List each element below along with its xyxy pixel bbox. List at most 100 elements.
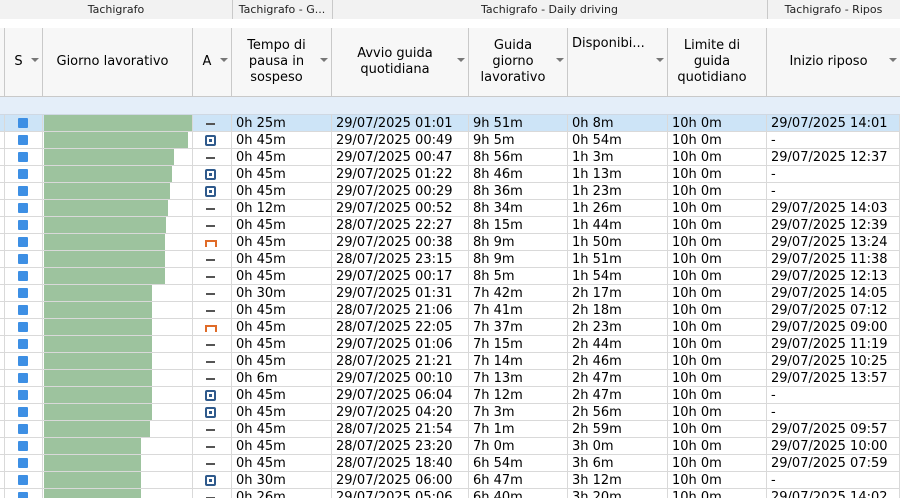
cell-avvio: 29/07/2025 04:20 bbox=[332, 404, 469, 421]
cell-limite: 10h 0m bbox=[668, 472, 767, 489]
cell-guida: 8h 36m bbox=[469, 183, 568, 200]
table-row[interactable]: 0h 45m 29/07/2025 00:38 8h 9m 1h 50m 10h 0m 2… bbox=[0, 234, 900, 251]
cell-disp: 2h 23m bbox=[568, 319, 668, 336]
cell-avvio: 28/07/2025 21:06 bbox=[332, 302, 469, 319]
table-row[interactable]: 0h 45m 29/07/2025 01:06 7h 15m 2h 44m 10h 0m… bbox=[0, 336, 900, 353]
column-header-tempo-pausa[interactable]: Tempo di pausa in sospeso bbox=[232, 28, 332, 96]
cell-limite: 10h 0m bbox=[668, 268, 767, 285]
cell-inizio: 29/07/2025 12:37 bbox=[767, 149, 900, 166]
cell-disp: 3h 12m bbox=[568, 472, 668, 489]
cell-guida: 8h 5m bbox=[469, 268, 568, 285]
row-cell-3 bbox=[193, 302, 232, 319]
table-row[interactable]: 0h 45m 29/07/2025 06:04 7h 12m 2h 47m 10h 0m… bbox=[0, 387, 900, 404]
cell-limite: 10h 0m bbox=[668, 370, 767, 387]
cell-pausa: 0h 45m bbox=[232, 217, 332, 234]
cell-disp: 0h 8m bbox=[568, 115, 668, 132]
row-cell-2 bbox=[43, 370, 193, 387]
cell-disp: 1h 23m bbox=[568, 183, 668, 200]
table-row[interactable]: 0h 45m 28/07/2025 21:54 7h 1m 2h 59m 10h 0m 2… bbox=[0, 421, 900, 438]
table-row[interactable]: 0h 45m 29/07/2025 00:47 8h 56m 1h 3m 10h 0m 2… bbox=[0, 149, 900, 166]
table-row[interactable]: 0h 45m 29/07/2025 00:49 9h 5m 0h 54m 10h 0m - bbox=[0, 132, 900, 149]
cell-guida: 9h 5m bbox=[469, 132, 568, 149]
cell-pausa: 0h 25m bbox=[232, 115, 332, 132]
chevron-down-icon[interactable] bbox=[457, 58, 465, 62]
cell-guida: 8h 56m bbox=[469, 149, 568, 166]
table-row[interactable]: 0h 45m 28/07/2025 21:06 7h 41m 2h 18m 10h 0m… bbox=[0, 302, 900, 319]
table-row[interactable]: 0h 45m 28/07/2025 23:15 8h 9m 1h 51m 10h 0m 2… bbox=[0, 251, 900, 268]
cell-guida: 7h 37m bbox=[469, 319, 568, 336]
row-cell-3 bbox=[193, 183, 232, 200]
cell-disp: 2h 56m bbox=[568, 404, 668, 421]
table-row[interactable]: 0h 30m 29/07/2025 01:31 7h 42m 2h 17m 10h 0m… bbox=[0, 285, 900, 302]
chevron-down-icon[interactable] bbox=[220, 58, 228, 62]
row-cell-3 bbox=[193, 115, 232, 132]
cell-inizio: 29/07/2025 11:19 bbox=[767, 336, 900, 353]
table-row[interactable]: 0h 45m 28/07/2025 23:20 7h 0m 3h 0m 10h 0m 29… bbox=[0, 438, 900, 455]
cell-avvio: 29/07/2025 05:06 bbox=[332, 489, 469, 498]
row-cell-3 bbox=[193, 387, 232, 404]
cell-avvio: 28/07/2025 23:20 bbox=[332, 438, 469, 455]
cell-inizio: - bbox=[767, 183, 900, 200]
table-row[interactable]: 0h 45m 28/07/2025 18:40 6h 54m 3h 6m 10h 0m 2… bbox=[0, 455, 900, 472]
cell-guida: 8h 9m bbox=[469, 234, 568, 251]
cell-avvio: 29/07/2025 00:10 bbox=[332, 370, 469, 387]
column-header-inizio-riposo[interactable]: Inizio riposo bbox=[767, 28, 900, 96]
cell-avvio: 29/07/2025 01:31 bbox=[332, 285, 469, 302]
chevron-down-icon[interactable] bbox=[31, 58, 39, 62]
column-header-giorno-lavorativo[interactable]: Giorno lavorativo bbox=[43, 28, 193, 96]
column-header-guida-label: Guida giorno lavorativo bbox=[480, 38, 546, 85]
cell-disp: 2h 59m bbox=[568, 421, 668, 438]
table-row[interactable]: 0h 12m 29/07/2025 00:52 8h 34m 1h 26m 10h 0m… bbox=[0, 200, 900, 217]
table-row[interactable]: 0h 45m 29/07/2025 00:29 8h 36m 1h 23m 10h 0m… bbox=[0, 183, 900, 200]
chevron-down-icon[interactable] bbox=[320, 58, 328, 62]
cell-pausa: 0h 45m bbox=[232, 319, 332, 336]
cell-guida: 7h 15m bbox=[469, 336, 568, 353]
column-header-limite-guida[interactable]: Limite di guida quotidiano bbox=[668, 28, 767, 96]
chevron-down-icon[interactable] bbox=[889, 58, 897, 62]
table-row[interactable]: 0h 45m 29/07/2025 04:20 7h 3m 2h 56m 10h 0m - bbox=[0, 404, 900, 421]
column-header-avvio-guida[interactable]: Avvio guida quotidiana bbox=[332, 28, 469, 96]
cell-limite: 10h 0m bbox=[668, 285, 767, 302]
table-row[interactable]: 0h 25m 29/07/2025 01:01 9h 51m 0h 8m 10h 0m 2… bbox=[0, 115, 900, 132]
cell-disp: 3h 20m bbox=[568, 489, 668, 498]
table-row[interactable]: 0h 45m 28/07/2025 22:27 8h 15m 1h 44m 10h 0m… bbox=[0, 217, 900, 234]
table-row[interactable]: 0h 26m 29/07/2025 05:06 6h 40m 3h 20m 10h 0m… bbox=[0, 489, 900, 498]
row-cell-1 bbox=[5, 268, 43, 285]
cell-limite: 10h 0m bbox=[668, 489, 767, 498]
table-row[interactable]: 0h 45m 28/07/2025 22:05 7h 37m 2h 23m 10h 0m… bbox=[0, 319, 900, 336]
column-header-disponibile[interactable]: Disponibi... bbox=[568, 28, 668, 96]
cell-inizio: 29/07/2025 14:02 bbox=[767, 489, 900, 498]
cell-guida: 8h 34m bbox=[469, 200, 568, 217]
table-row[interactable]: 0h 45m 28/07/2025 21:21 7h 14m 2h 46m 10h 0m… bbox=[0, 353, 900, 370]
row-cell-3 bbox=[193, 370, 232, 387]
chevron-down-icon[interactable] bbox=[656, 58, 664, 62]
row-cell-2 bbox=[43, 200, 193, 217]
row-cell-2 bbox=[43, 455, 193, 472]
cell-limite: 10h 0m bbox=[668, 455, 767, 472]
row-cell-1 bbox=[5, 353, 43, 370]
cell-avvio: 29/07/2025 01:06 bbox=[332, 336, 469, 353]
row-cell-2 bbox=[43, 438, 193, 455]
cell-inizio: 29/07/2025 12:39 bbox=[767, 217, 900, 234]
filter-row[interactable] bbox=[0, 97, 900, 115]
cell-limite: 10h 0m bbox=[668, 336, 767, 353]
row-cell-3 bbox=[193, 489, 232, 498]
cell-pausa: 0h 45m bbox=[232, 268, 332, 285]
table-row[interactable]: 0h 6m 29/07/2025 00:10 7h 13m 2h 47m 10h 0m 2… bbox=[0, 370, 900, 387]
cell-pausa: 0h 45m bbox=[232, 421, 332, 438]
table-row[interactable]: 0h 45m 29/07/2025 00:17 8h 5m 1h 54m 10h 0m 2… bbox=[0, 268, 900, 285]
row-cell-1 bbox=[5, 319, 43, 336]
column-header-a[interactable]: A bbox=[193, 28, 232, 96]
cell-pausa: 0h 45m bbox=[232, 438, 332, 455]
cell-disp: 2h 18m bbox=[568, 302, 668, 319]
column-header-inizio-label: Inizio riposo bbox=[789, 54, 868, 69]
column-header-s[interactable]: S bbox=[5, 28, 43, 96]
table-row[interactable]: 0h 45m 29/07/2025 01:22 8h 46m 1h 13m 10h 0m… bbox=[0, 166, 900, 183]
chevron-down-icon[interactable] bbox=[556, 58, 564, 62]
cell-guida: 8h 9m bbox=[469, 251, 568, 268]
cell-guida: 7h 14m bbox=[469, 353, 568, 370]
cell-limite: 10h 0m bbox=[668, 166, 767, 183]
row-cell-1 bbox=[5, 166, 43, 183]
table-row[interactable]: 0h 30m 29/07/2025 06:00 6h 47m 3h 12m 10h 0m… bbox=[0, 472, 900, 489]
column-header-guida-giorno[interactable]: Guida giorno lavorativo bbox=[469, 28, 568, 96]
